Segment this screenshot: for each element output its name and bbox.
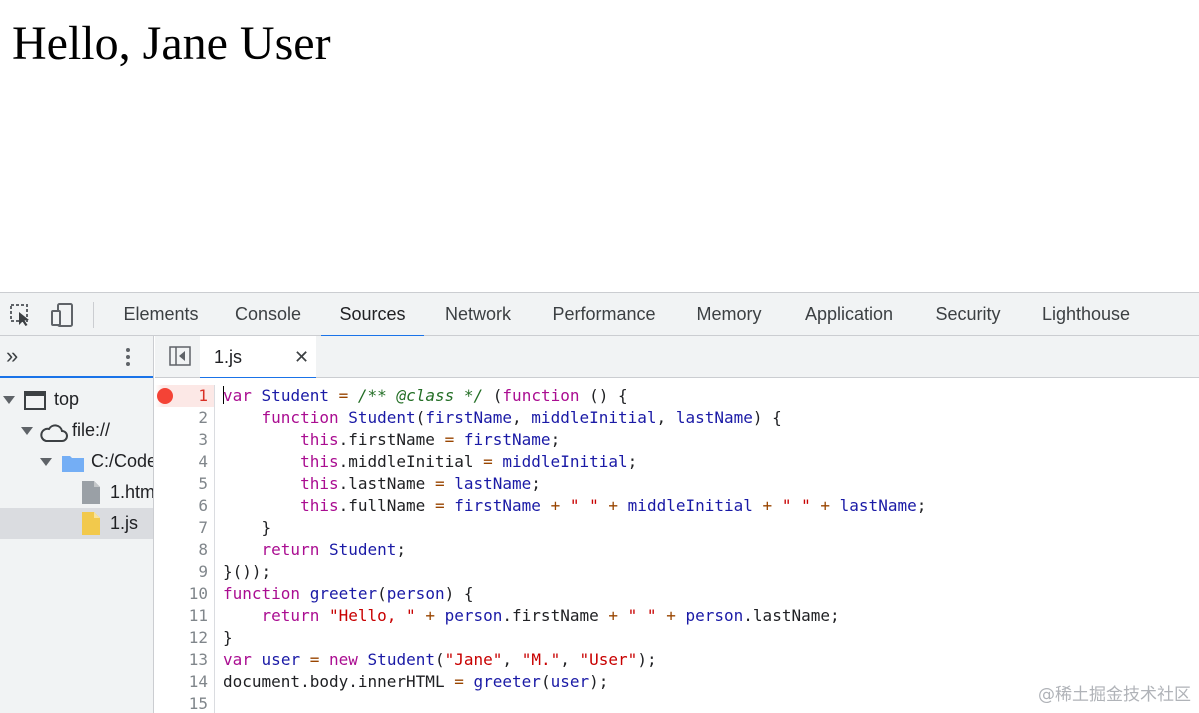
watermark: @稀土掘金技术社区 — [1038, 685, 1191, 705]
editor-file-tab[interactable]: 1.js ✕ — [200, 336, 316, 379]
tab-elements[interactable]: Elements — [112, 293, 210, 336]
line-number-gutter[interactable]: 1 2 3 4 5 6 7 8 9 10 11 12 13 14 15 — [155, 385, 215, 713]
breakpoint-icon[interactable] — [157, 388, 173, 404]
line-number-text: 10 — [188, 584, 208, 603]
tree-item-label: C:/Code — [91, 451, 154, 471]
line-number-text: 15 — [188, 694, 208, 713]
line-number[interactable]: 1 — [155, 385, 214, 407]
code-line[interactable]: function Student(firstName, middleInitia… — [223, 407, 1193, 429]
close-icon[interactable]: ✕ — [294, 336, 309, 378]
code-line[interactable]: } — [223, 517, 1193, 539]
file-tab-label: 1.js — [214, 347, 243, 367]
toggle-navigator-icon[interactable] — [169, 346, 191, 366]
code-line[interactable]: this.lastName = lastName; — [223, 473, 1193, 495]
tree-item-label: file:// — [72, 420, 111, 440]
device-toolbar-icon[interactable] — [50, 303, 76, 327]
line-number[interactable]: 11 — [155, 605, 214, 627]
line-number[interactable]: 10 — [155, 583, 214, 605]
js-file-icon — [81, 511, 101, 546]
line-number[interactable]: 9 — [155, 561, 214, 583]
line-number[interactable]: 15 — [155, 693, 214, 713]
tab-application[interactable]: Application — [790, 293, 908, 336]
tab-security[interactable]: Security — [924, 293, 1012, 336]
code-line[interactable]: return Student; — [223, 539, 1193, 561]
code-line[interactable]: var user = new Student("Jane", "M.", "Us… — [223, 649, 1193, 671]
tab-console[interactable]: Console — [222, 293, 314, 336]
navigator-tab-indicator — [0, 376, 153, 378]
tree-item-js-file[interactable]: 1.js — [0, 508, 153, 539]
page-heading: Hello, Jane User — [12, 17, 331, 70]
line-number-text: 8 — [198, 540, 208, 559]
tree-item-label: 1.js — [110, 513, 139, 533]
line-number[interactable]: 4 — [155, 451, 214, 473]
line-number-text: 2 — [198, 408, 208, 427]
more-tabs-icon[interactable]: » — [6, 342, 18, 370]
line-number[interactable]: 13 — [155, 649, 214, 671]
code-content[interactable]: var Student = /** @class */ (function ()… — [223, 385, 1193, 713]
tab-sources[interactable]: Sources — [321, 293, 424, 337]
tab-network[interactable]: Network — [432, 293, 524, 336]
line-number-text: 14 — [188, 672, 208, 691]
code-editor[interactable]: 1 2 3 4 5 6 7 8 9 10 11 12 13 14 15 var Student = /** … — [155, 378, 1199, 713]
toolbar-divider — [93, 302, 94, 328]
line-number[interactable]: 3 — [155, 429, 214, 451]
line-number[interactable]: 6 — [155, 495, 214, 517]
tree-item-folder[interactable]: C:/Code — [0, 446, 154, 477]
line-number-text: 9 — [198, 562, 208, 581]
line-number[interactable]: 7 — [155, 517, 214, 539]
line-number-text: 13 — [188, 650, 208, 669]
line-number-text: 4 — [198, 452, 208, 471]
editor-tab-bar: 1.js ✕ — [155, 336, 1199, 379]
code-line[interactable]: this.middleInitial = middleInitial; — [223, 451, 1193, 473]
line-number[interactable]: 8 — [155, 539, 214, 561]
code-line[interactable]: } — [223, 627, 1193, 649]
line-number[interactable]: 5 — [155, 473, 214, 495]
more-options-icon[interactable] — [124, 348, 132, 370]
line-number[interactable]: 2 — [155, 407, 214, 429]
code-line[interactable]: var Student = /** @class */ (function ()… — [223, 385, 1193, 407]
tree-item-file-origin[interactable]: file:// — [0, 415, 153, 446]
tab-performance[interactable]: Performance — [540, 293, 668, 336]
expand-arrow-icon[interactable] — [40, 458, 52, 466]
line-number-text: 6 — [198, 496, 208, 515]
tree-item-label: 1.htm — [110, 482, 154, 502]
expand-arrow-icon[interactable] — [3, 396, 15, 404]
tree-item-html-file[interactable]: 1.htm — [0, 477, 154, 508]
code-line[interactable]: return "Hello, " + person.firstName + " … — [223, 605, 1193, 627]
line-number[interactable]: 14 — [155, 671, 214, 693]
code-line[interactable]: this.firstName = firstName; — [223, 429, 1193, 451]
code-line[interactable]: }()); — [223, 561, 1193, 583]
line-number[interactable]: 12 — [155, 627, 214, 649]
line-number-text: 11 — [188, 606, 208, 625]
devtools-tab-bar: Elements Console Sources Network Perform… — [0, 293, 1199, 337]
devtools-panel: Elements Console Sources Network Perform… — [0, 292, 1199, 713]
tree-item-top[interactable]: top — [0, 384, 153, 415]
tab-memory[interactable]: Memory — [684, 293, 774, 336]
line-number-text: 3 — [198, 430, 208, 449]
sources-navigator: » top file:// C:/Code 1.htm 1.js — [0, 336, 154, 713]
line-number-text: 12 — [188, 628, 208, 647]
line-number-text: 1 — [198, 386, 208, 405]
tab-lighthouse[interactable]: Lighthouse — [1028, 293, 1144, 336]
tree-item-label: top — [54, 389, 80, 409]
code-line[interactable]: this.fullName = firstName + " " + middle… — [223, 495, 1193, 517]
line-number-text: 5 — [198, 474, 208, 493]
expand-arrow-icon[interactable] — [21, 427, 33, 435]
inspect-element-icon[interactable] — [9, 303, 35, 327]
code-line[interactable]: function greeter(person) { — [223, 583, 1193, 605]
line-number-text: 7 — [198, 518, 208, 537]
navigator-toolbar: » — [0, 336, 153, 378]
